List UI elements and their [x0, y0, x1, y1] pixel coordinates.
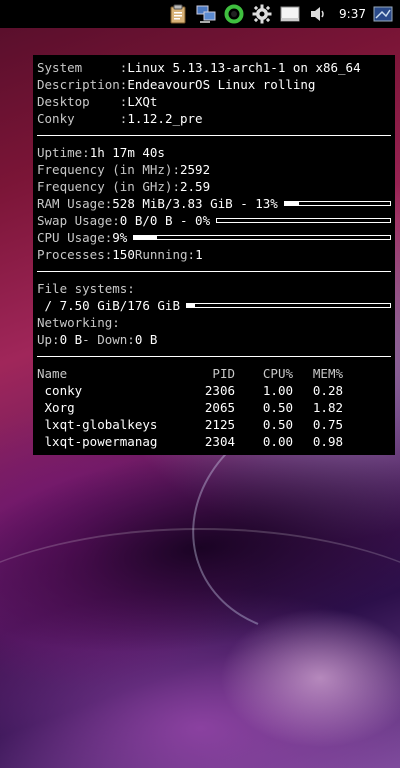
- process-name: lxqt-globalkeys: [37, 417, 158, 432]
- table-header-cpu: CPU%: [262, 366, 293, 381]
- ram-label: RAM Usage:: [37, 196, 113, 211]
- process-pid: 2306: [204, 383, 235, 398]
- process-table: Name PID CPU% MEM% conky 2306 1.00 0.28 Xorg 20…: [37, 365, 391, 450]
- swap-label: Swap Usage:: [37, 213, 120, 228]
- filesystems-label: File systems:: [37, 281, 135, 296]
- panel-clock[interactable]: 9:37: [339, 7, 366, 21]
- processes-row: Processes: 150 Running: 1: [37, 246, 391, 263]
- ram-row: RAM Usage: 528 MiB/3.83 GiB - 13%: [37, 195, 391, 212]
- cpu-usage-bar: [133, 235, 391, 240]
- processes-label: Processes:: [37, 247, 113, 262]
- conky-version-label: Conky :: [37, 111, 128, 126]
- description-label: Description:: [37, 77, 128, 92]
- divider: [37, 271, 391, 272]
- root-fs-value: / 7.50 GiB/176 GiB: [37, 298, 180, 313]
- root-fs-row: / 7.50 GiB/176 GiB: [37, 297, 391, 314]
- cpu-label: CPU Usage:: [37, 230, 113, 245]
- process-pid: 2065: [204, 400, 235, 415]
- network-icon[interactable]: [195, 3, 217, 25]
- ram-usage-bar: [283, 201, 391, 206]
- swap-row: Swap Usage: 0 B/0 B - 0%: [37, 212, 391, 229]
- root-fs-fill: [187, 304, 196, 307]
- top-panel: 9:37: [0, 0, 400, 28]
- running-value: 1: [195, 247, 203, 262]
- down-label: - Down:: [82, 332, 135, 347]
- cpu-usage-fill: [134, 236, 158, 239]
- system-label: System :: [37, 60, 128, 75]
- processes-value: 150: [112, 247, 135, 262]
- freq-mhz-value: 2592: [180, 162, 211, 177]
- freq-mhz-label: Frequency (in MHz):: [37, 162, 180, 177]
- process-cpu: 0.50: [262, 417, 293, 432]
- conky-version-row: Conky : 1.12.2_pre: [37, 110, 391, 127]
- cpu-row: CPU Usage: 9%: [37, 229, 391, 246]
- desktop-label: Desktop :: [37, 94, 128, 109]
- freq-ghz-value: 2.59: [180, 179, 211, 194]
- cpu-value: 9%: [112, 230, 128, 245]
- conky-monitor: System : Linux 5.13.13-arch1-1 on x86_64…: [33, 55, 395, 455]
- uptime-value: 1h 17m 40s: [89, 145, 165, 160]
- clipboard-icon[interactable]: [167, 3, 189, 25]
- freq-mhz-row: Frequency (in MHz): 2592: [37, 161, 391, 178]
- system-row: System : Linux 5.13.13-arch1-1 on x86_64: [37, 59, 391, 76]
- conky-version-value: 1.12.2_pre: [127, 111, 203, 126]
- process-mem: 0.98: [312, 434, 343, 449]
- table-header-name: Name: [37, 366, 68, 381]
- table-header-pid: PID: [212, 366, 235, 381]
- freq-ghz-label: Frequency (in GHz):: [37, 179, 180, 194]
- uptime-label: Uptime:: [37, 145, 90, 160]
- process-pid: 2125: [204, 417, 235, 432]
- network-speed-row: Up: 0 B - Down: 0 B: [37, 331, 391, 348]
- system-value: Linux 5.13.13-arch1-1 on x86_64: [127, 60, 361, 75]
- process-name: Xorg: [37, 400, 75, 415]
- description-value: EndeavourOS Linux rolling: [127, 77, 316, 92]
- swap-usage-bar: [216, 218, 391, 223]
- table-header-mem: MEM%: [312, 366, 343, 381]
- volume-icon[interactable]: [307, 3, 329, 25]
- up-label: Up:: [37, 332, 60, 347]
- ram-value: 528 MiB/3.83 GiB - 13%: [112, 196, 278, 211]
- desktop-row: Desktop : LXQt: [37, 93, 391, 110]
- keyboard-layout-icon[interactable]: [372, 3, 394, 25]
- process-mem: 0.28: [312, 383, 343, 398]
- process-mem: 1.82: [312, 400, 343, 415]
- divider: [37, 135, 391, 136]
- notes-icon[interactable]: [279, 3, 301, 25]
- uptime-row: Uptime: 1h 17m 40s: [37, 144, 391, 161]
- networking-row: Networking:: [37, 314, 391, 331]
- process-cpu: 0.00: [262, 434, 293, 449]
- description-row: Description: EndeavourOS Linux rolling: [37, 76, 391, 93]
- divider: [37, 356, 391, 357]
- process-mem: 0.75: [312, 417, 343, 432]
- process-name: conky: [37, 383, 83, 398]
- running-label: Running:: [134, 247, 196, 262]
- process-pid: 2304: [204, 434, 235, 449]
- freq-ghz-row: Frequency (in GHz): 2.59: [37, 178, 391, 195]
- process-name: lxqt-powermanag: [37, 434, 158, 449]
- process-cpu: 1.00: [262, 383, 293, 398]
- status-ring-icon[interactable]: [223, 3, 245, 25]
- settings-gear-icon[interactable]: [251, 3, 273, 25]
- up-value: 0 B: [59, 332, 83, 347]
- root-fs-bar: [186, 303, 391, 308]
- desktop-value: LXQt: [127, 94, 158, 109]
- ram-usage-fill: [284, 202, 299, 205]
- down-value: 0 B: [134, 332, 158, 347]
- swap-value: 0 B/0 B - 0%: [119, 213, 211, 228]
- networking-label: Networking:: [37, 315, 120, 330]
- filesystems-row: File systems:: [37, 280, 391, 297]
- process-cpu: 0.50: [262, 400, 293, 415]
